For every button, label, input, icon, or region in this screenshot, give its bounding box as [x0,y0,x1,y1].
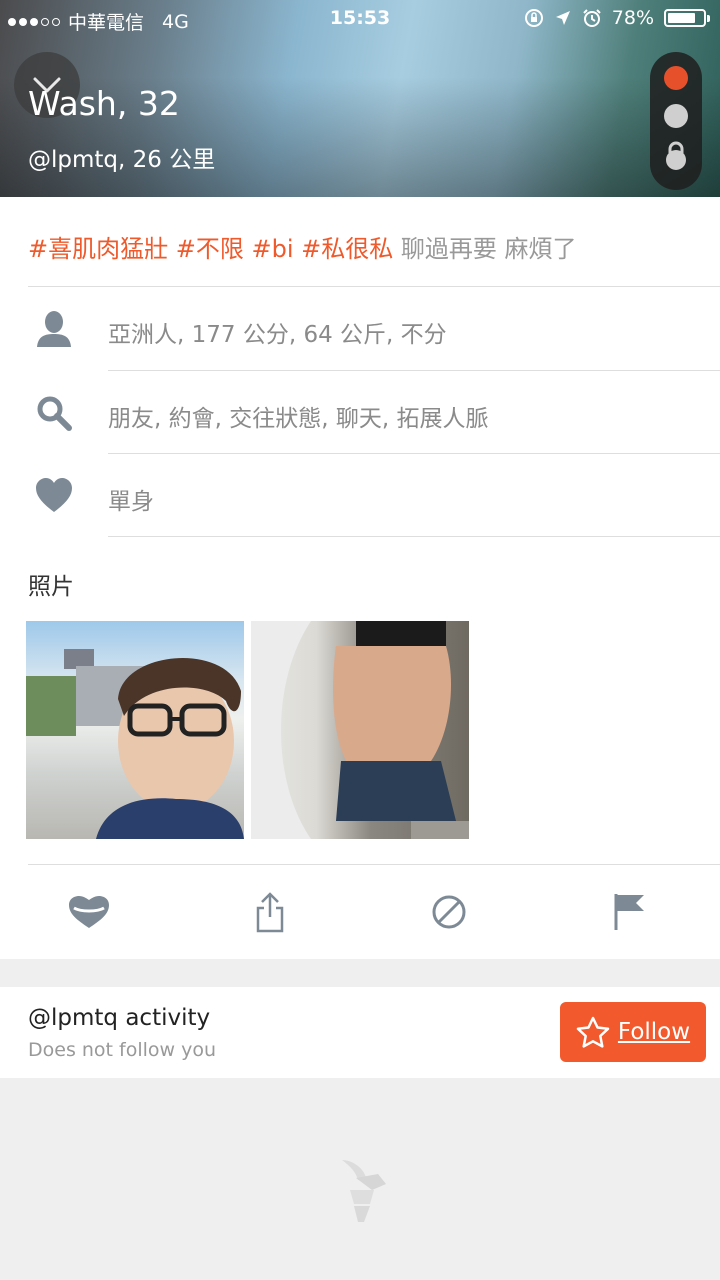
profile-card: #喜肌肉猛壯 #不限 #bi #私很私 聊過再要 麻煩了 亞洲人, 177 公分… [0,197,720,959]
tags-note: 聊過再要 麻煩了 [400,235,577,263]
person-icon [37,311,71,347]
follow-button[interactable]: Follow [560,1002,706,1062]
hashtag[interactable]: #私很私 [301,235,393,263]
flag-icon [614,894,644,930]
orientation-lock-icon [524,9,543,27]
activity-subtitle: Does not follow you [28,1039,217,1061]
profile-tags: #喜肌肉猛壯 #不限 #bi #私很私 聊過再要 麻煩了 [28,229,577,264]
alarm-icon [583,9,601,27]
online-status-light [664,66,688,90]
status-light [664,104,688,128]
woof-heart-icon [69,896,109,928]
profile-header: 中華電信 4G 15:53 78% Wash, 32 @lpmtq, 26 公里 [0,0,720,197]
woof-button[interactable] [64,887,114,937]
status-bar: 中華電信 4G 15:53 78% [0,0,720,40]
star-icon [576,1016,610,1048]
hornet-logo-icon [342,1160,386,1222]
action-bar [0,865,720,959]
report-button[interactable] [604,887,654,937]
info-relationship-text: 單身 [108,489,154,515]
block-icon [432,895,466,929]
battery-fill [668,13,695,23]
hashtag[interactable]: #不限 [176,235,244,263]
hashtag[interactable]: #bi [252,235,294,263]
photos-title: 照片 [28,574,74,600]
share-button[interactable] [245,887,295,937]
battery-icon [664,9,710,27]
info-looking-for-text: 朋友, 約會, 交往狀態, 聊天, 拓展人脈 [108,406,489,432]
photo-illustration [251,621,469,839]
info-row-stats: 亞洲人, 177 公分, 64 公斤, 不分 [0,287,720,371]
divider [108,536,720,537]
info-row-relationship: 單身 [0,454,720,538]
activity-section: @lpmtq activity Does not follow you Foll… [0,987,720,1078]
profile-photo[interactable] [251,621,469,839]
profile-name-age: Wash, 32 [28,84,180,123]
hashtag[interactable]: #喜肌肉猛壯 [28,235,168,263]
photo-illustration [26,649,244,839]
status-right: 78% [524,7,710,29]
battery-percent: 78% [611,7,654,29]
activity-title: @lpmtq activity [28,1005,211,1031]
location-icon [555,11,570,25]
profile-photo[interactable] [26,621,244,839]
heart-icon [36,478,72,512]
status-indicator-panel[interactable] [650,52,702,190]
follow-label: Follow [617,1019,691,1045]
info-stats-text: 亞洲人, 177 公分, 64 公斤, 不分 [108,322,447,348]
info-row-looking-for: 朋友, 約會, 交往狀態, 聊天, 拓展人脈 [0,371,720,455]
share-icon [256,892,284,933]
profile-handle-distance: @lpmtq, 26 公里 [28,147,216,173]
search-icon [37,396,72,431]
block-button[interactable] [424,887,474,937]
lock-icon [666,141,686,170]
